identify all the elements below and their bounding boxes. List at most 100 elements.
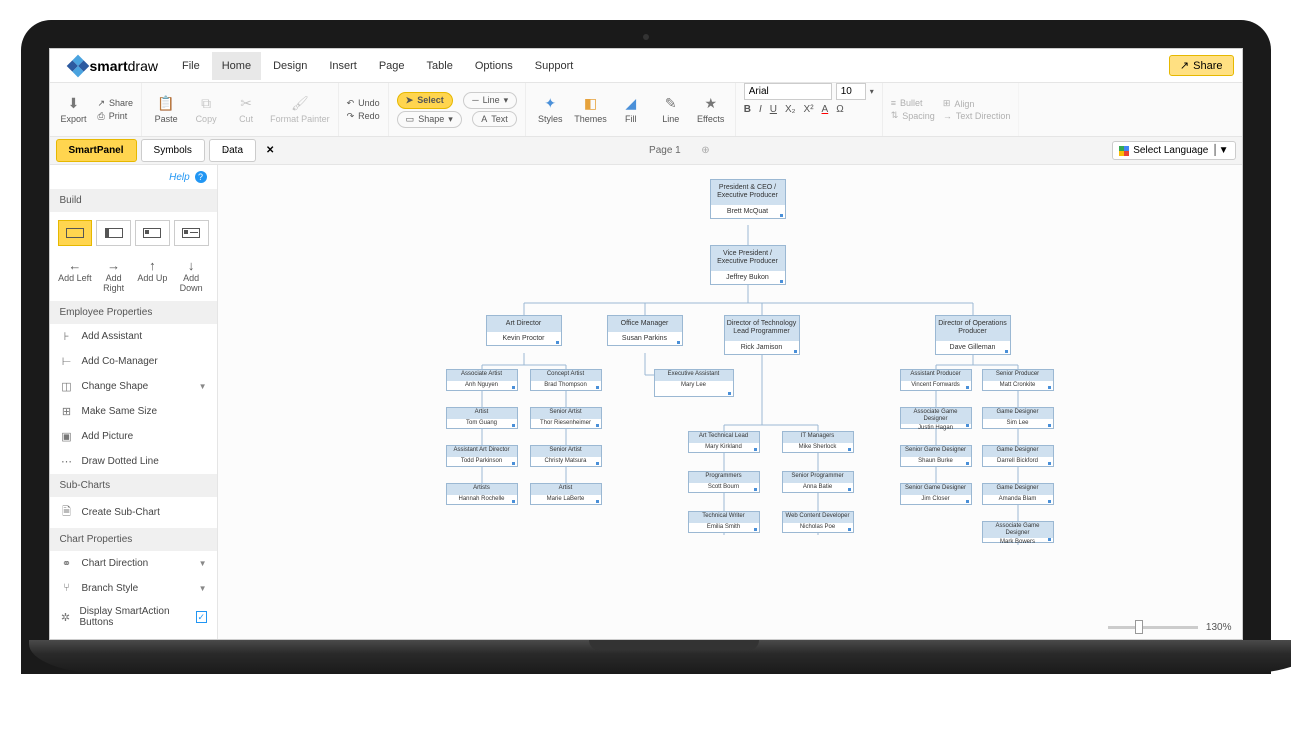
add-assistant[interactable]: ⊦Add Assistant xyxy=(50,324,217,349)
bullet-button[interactable]: ≡ Bullet xyxy=(891,98,935,108)
shape-tool[interactable]: ▭Shape ▾ xyxy=(397,111,462,128)
add-right-button[interactable]: →Add Right xyxy=(94,258,133,293)
symbol-button[interactable]: Ω xyxy=(836,104,843,115)
org-node[interactable]: Executive AssistantMary Lee xyxy=(654,369,734,397)
font-size-input[interactable] xyxy=(836,83,866,100)
menu-insert[interactable]: Insert xyxy=(319,52,367,80)
line-tool[interactable]: ─Line ▾ xyxy=(463,92,517,109)
effects-button[interactable]: ★Effects xyxy=(695,95,727,124)
display-smartaction[interactable]: ✲Display SmartAction Buttons✓ xyxy=(50,600,217,634)
cut-button[interactable]: ✂Cut xyxy=(230,95,262,124)
org-node[interactable]: Senior ArtistChristy Matsura xyxy=(530,445,602,467)
font-family-input[interactable] xyxy=(744,83,832,100)
add-comanager[interactable]: ⊢Add Co-Manager xyxy=(50,349,217,374)
font-color-button[interactable]: A xyxy=(822,104,829,115)
print-icon: ⎙ xyxy=(98,111,105,122)
add-down-button[interactable]: ↓Add Down xyxy=(172,258,211,293)
shape-style-4[interactable] xyxy=(174,220,209,246)
format-painter-button[interactable]: 🖌Format Painter xyxy=(270,95,330,124)
align-button[interactable]: ⊞ Align xyxy=(943,98,1011,109)
branch-style[interactable]: ⑂Branch Style▼ xyxy=(50,576,217,600)
menu-home[interactable]: Home xyxy=(212,52,261,80)
org-node[interactable]: Senior Game DesignerJim Closer xyxy=(900,483,972,505)
org-node[interactable]: President & CEO / Executive ProducerBret… xyxy=(710,179,786,219)
org-node[interactable]: Senior ArtistThor Riesenheimer xyxy=(530,407,602,429)
line-style-button[interactable]: ✎Line xyxy=(655,95,687,124)
add-picture[interactable]: ▣Add Picture xyxy=(50,424,217,449)
export-button[interactable]: ⬇Export xyxy=(58,95,90,124)
spacing-button[interactable]: ⇅ Spacing xyxy=(891,110,935,121)
copy-button[interactable]: ⧉Copy xyxy=(190,95,222,124)
superscript-button[interactable]: X² xyxy=(804,104,814,115)
language-select[interactable]: Select Language│▼ xyxy=(1112,141,1235,160)
help-link[interactable]: Help ? xyxy=(50,165,217,189)
org-node[interactable]: Game DesignerSim Lee xyxy=(982,407,1054,429)
org-node[interactable]: Game DesignerAmanda Blam xyxy=(982,483,1054,505)
org-node[interactable]: Associate Game DesignerMark Bowers xyxy=(982,521,1054,543)
underline-button[interactable]: U xyxy=(770,104,777,115)
shape-style-3[interactable] xyxy=(135,220,170,246)
org-node[interactable]: Art DirectorKevin Proctor xyxy=(486,315,562,346)
make-same-size[interactable]: ⊞Make Same Size xyxy=(50,399,217,424)
org-node[interactable]: Associate ArtistAnh Nguyen xyxy=(446,369,518,391)
menu-design[interactable]: Design xyxy=(263,52,317,80)
select-tool[interactable]: ➤Select xyxy=(397,92,453,109)
org-node[interactable]: IT ManagersMike Sherlock xyxy=(782,431,854,453)
redo-button[interactable]: ↷ Redo xyxy=(347,111,380,122)
print-button[interactable]: ⎙ Print xyxy=(98,111,134,122)
menu-support[interactable]: Support xyxy=(525,52,584,80)
menu-options[interactable]: Options xyxy=(465,52,523,80)
zoom-slider[interactable] xyxy=(1108,626,1198,629)
subscript-button[interactable]: X₂ xyxy=(785,104,796,115)
org-node[interactable]: Web Content DeveloperNicholas Poe xyxy=(782,511,854,533)
menu-table[interactable]: Table xyxy=(417,52,463,80)
chart-direction[interactable]: ⚭Chart Direction▼ xyxy=(50,551,217,576)
org-node[interactable]: Game DesignerDarrell Bickford xyxy=(982,445,1054,467)
tab-smartpanel[interactable]: SmartPanel xyxy=(56,139,137,162)
org-node[interactable]: Director of Operations ProducerDave Gill… xyxy=(935,315,1011,355)
share-small-button[interactable]: ↗ Share xyxy=(98,98,134,109)
italic-button[interactable]: I xyxy=(759,104,762,115)
canvas[interactable]: President & CEO / Executive ProducerBret… xyxy=(218,165,1242,639)
bold-button[interactable]: B xyxy=(744,104,751,115)
org-node[interactable]: Concept ArtistBrad Thompson xyxy=(530,369,602,391)
draw-dotted-line[interactable]: ⋯Draw Dotted Line xyxy=(50,449,217,474)
text-direction-button[interactable]: → Text Direction xyxy=(943,111,1011,121)
org-node[interactable]: Senior ProgrammerAnna Batie xyxy=(782,471,854,493)
org-node[interactable]: Office ManagerSusan Parkins xyxy=(607,315,683,346)
zoom-control[interactable]: 130% xyxy=(1108,622,1232,633)
shape-style-2[interactable] xyxy=(96,220,131,246)
checkbox-checked-icon[interactable]: ✓ xyxy=(196,611,207,623)
org-node[interactable]: ArtistsHannah Rochelle xyxy=(446,483,518,505)
org-node[interactable]: Senior ProducerMatt Cronkite xyxy=(982,369,1054,391)
create-subchart[interactable]: 🗎Create Sub-Chart xyxy=(50,497,217,528)
org-node[interactable]: ArtistTom Guang xyxy=(446,407,518,429)
org-node[interactable]: ProgrammersScott Bourn xyxy=(688,471,760,493)
org-node[interactable]: Senior Game DesignerShaun Burke xyxy=(900,445,972,467)
chevron-right-icon[interactable]: › xyxy=(224,145,227,156)
use-ctrl-arrow[interactable]: ⌨Use Ctrl+Arrow to Add Shapes✓ xyxy=(50,634,217,639)
org-node[interactable]: Technical WriterEmilia Smith xyxy=(688,511,760,533)
undo-button[interactable]: ↶ Undo xyxy=(347,98,380,109)
text-tool[interactable]: AText xyxy=(472,111,517,127)
styles-button[interactable]: ✦Styles xyxy=(534,95,566,124)
org-node[interactable]: ArtistMarie LaBerte xyxy=(530,483,602,505)
fill-button[interactable]: ◢Fill xyxy=(615,95,647,124)
add-page-button[interactable]: ⊕ xyxy=(701,145,709,156)
add-left-button[interactable]: ←Add Left xyxy=(56,258,95,293)
menu-file[interactable]: File xyxy=(172,52,210,80)
tab-symbols[interactable]: Symbols xyxy=(141,139,205,162)
paste-button[interactable]: 📋Paste xyxy=(150,95,182,124)
shape-style-1[interactable] xyxy=(58,220,93,246)
org-node[interactable]: Assistant ProducerVincent Forrwards xyxy=(900,369,972,391)
menu-page[interactable]: Page xyxy=(369,52,415,80)
org-node[interactable]: Vice President / Executive ProducerJeffr… xyxy=(710,245,786,285)
themes-button[interactable]: ◧Themes xyxy=(574,95,607,124)
org-node[interactable]: Art Technical LeadMary Kirkland xyxy=(688,431,760,453)
org-node[interactable]: Assistant Art DirectorTodd Parkinson xyxy=(446,445,518,467)
org-node[interactable]: Associate Game DesignerJustin Hagan xyxy=(900,407,972,429)
org-node[interactable]: Director of Technology Lead ProgrammerRi… xyxy=(724,315,800,355)
add-up-button[interactable]: ↑Add Up xyxy=(133,258,172,293)
change-shape[interactable]: ◫Change Shape▼ xyxy=(50,374,217,399)
share-button[interactable]: ↗Share xyxy=(1169,55,1234,76)
